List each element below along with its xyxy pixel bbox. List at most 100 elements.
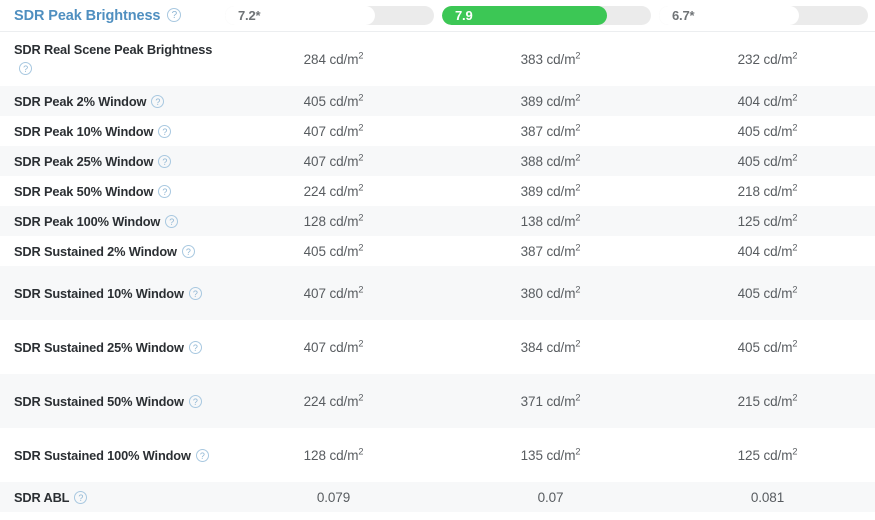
row-value: 215 cd/m2 <box>737 392 798 409</box>
row-value: 371 cd/m2 <box>520 392 581 409</box>
row-value-cell: 405 cd/m2 <box>659 146 875 176</box>
unit-exponent: 2 <box>575 92 581 102</box>
help-icon[interactable]: ? <box>74 490 88 504</box>
score-label-2: 7.9 <box>455 8 473 23</box>
row-value-cell: 0.081 <box>659 482 875 512</box>
row-value-cell: 0.079 <box>225 482 442 512</box>
unit-exponent: 2 <box>358 92 364 102</box>
row-value: 128 cd/m2 <box>303 446 364 463</box>
row-value: 407 cd/m2 <box>303 122 364 139</box>
row-label-cell: SDR Sustained 100% Window? <box>0 428 225 482</box>
page-title[interactable]: SDR Peak Brightness? <box>14 7 182 24</box>
row-value-cell: 407 cd/m2 <box>225 320 442 374</box>
row-value: 384 cd/m2 <box>520 338 581 355</box>
help-icon[interactable]: ? <box>151 94 165 108</box>
row-value-cell: 387 cd/m2 <box>442 116 659 146</box>
help-icon[interactable]: ? <box>158 124 172 138</box>
row-value-cell: 371 cd/m2 <box>442 374 659 428</box>
row-value-cell: 389 cd/m2 <box>442 86 659 116</box>
score-track-2: 7.9 <box>442 6 651 25</box>
score-fill-2[interactable]: 7.9 <box>442 6 608 25</box>
row-value: 224 cd/m2 <box>303 182 364 199</box>
help-icon[interactable]: ? <box>195 448 209 462</box>
unit-exponent: 2 <box>575 122 581 132</box>
table-row: SDR ABL? 0.079 0.07 0.081 <box>0 482 875 512</box>
row-value: 389 cd/m2 <box>520 182 581 199</box>
help-icon[interactable]: ? <box>181 244 195 258</box>
row-label: SDR Sustained 100% Window? <box>14 446 209 465</box>
unit-exponent: 2 <box>575 392 581 402</box>
row-value: 224 cd/m2 <box>303 392 364 409</box>
row-value-cell: 389 cd/m2 <box>442 176 659 206</box>
row-value-cell: 224 cd/m2 <box>225 176 442 206</box>
unit-exponent: 2 <box>792 242 798 252</box>
score-track-1: 7.2* <box>225 6 434 25</box>
row-value-cell: 405 cd/m2 <box>659 116 875 146</box>
unit-exponent: 2 <box>358 212 364 222</box>
row-value: 0.07 <box>537 489 564 505</box>
row-value: 125 cd/m2 <box>737 446 798 463</box>
row-label-cell: SDR Peak 100% Window? <box>0 206 225 236</box>
unit-exponent: 2 <box>792 122 798 132</box>
unit-exponent: 2 <box>792 212 798 222</box>
row-value-cell: 387 cd/m2 <box>442 236 659 266</box>
unit-exponent: 2 <box>358 284 364 294</box>
help-icon[interactable]: ? <box>19 62 32 76</box>
score-label-3: 6.7* <box>672 8 695 23</box>
score-fill-1[interactable]: 7.2* <box>225 6 376 25</box>
row-value-cell: 125 cd/m2 <box>659 206 875 236</box>
row-value-cell: 405 cd/m2 <box>225 86 442 116</box>
row-value: 128 cd/m2 <box>303 212 364 229</box>
row-label: SDR Peak 2% Window? <box>14 92 165 111</box>
unit-exponent: 2 <box>792 92 798 102</box>
unit-exponent: 2 <box>358 50 364 60</box>
row-value: 389 cd/m2 <box>520 92 581 109</box>
row-value-cell: 404 cd/m2 <box>659 236 875 266</box>
row-label: SDR Sustained 50% Window? <box>14 392 202 411</box>
row-value: 387 cd/m2 <box>520 122 581 139</box>
row-value: 405 cd/m2 <box>303 92 364 109</box>
table-row: SDR Sustained 2% Window? 405 cd/m2 387 cd/… <box>0 236 875 266</box>
score-cell-3: 6.7* <box>659 6 875 25</box>
row-label: SDR ABL? <box>14 488 88 507</box>
sdr-peak-brightness-panel: SDR Peak Brightness? 7.2* 7.9 6.7* SDR R… <box>0 0 875 520</box>
row-value: 284 cd/m2 <box>303 50 364 67</box>
page-title-text: SDR Peak Brightness <box>14 7 161 24</box>
row-value: 232 cd/m2 <box>737 50 798 67</box>
row-value-cell: 384 cd/m2 <box>442 320 659 374</box>
row-value: 387 cd/m2 <box>520 242 581 259</box>
table-row: SDR Peak 25% Window? 407 cd/m2 388 cd/m2 40… <box>0 146 875 176</box>
row-label: SDR Peak 50% Window? <box>14 182 172 201</box>
table-row: SDR Sustained 25% Window? 407 cd/m2 384 cd… <box>0 320 875 374</box>
table-row: SDR Sustained 10% Window? 407 cd/m2 380 cd… <box>0 266 875 320</box>
help-icon[interactable]: ? <box>158 184 172 198</box>
row-value: 125 cd/m2 <box>737 212 798 229</box>
row-label: SDR Peak 100% Window? <box>14 212 179 231</box>
help-icon[interactable]: ? <box>188 286 202 300</box>
row-value: 0.081 <box>750 489 785 505</box>
score-fill-3[interactable]: 6.7* <box>659 6 800 25</box>
help-icon[interactable]: ? <box>188 394 202 408</box>
unit-exponent: 2 <box>358 242 364 252</box>
row-value-cell: 284 cd/m2 <box>225 32 442 86</box>
row-value: 404 cd/m2 <box>737 242 798 259</box>
row-label: SDR Sustained 10% Window? <box>14 284 202 303</box>
help-icon[interactable]: ? <box>165 214 179 228</box>
help-icon[interactable]: ? <box>167 7 182 22</box>
panel-title-cell: SDR Peak Brightness? <box>0 8 225 24</box>
table-row: SDR Peak 50% Window? 224 cd/m2 389 cd/m2 21… <box>0 176 875 206</box>
row-value-cell: 407 cd/m2 <box>225 146 442 176</box>
row-label: SDR Sustained 2% Window? <box>14 242 195 261</box>
row-label-cell: SDR Sustained 25% Window? <box>0 320 225 374</box>
row-label: SDR Sustained 25% Window? <box>14 338 202 357</box>
unit-exponent: 2 <box>792 338 798 348</box>
row-value-cell: 224 cd/m2 <box>225 374 442 428</box>
help-icon[interactable]: ? <box>188 340 202 354</box>
row-value-cell: 138 cd/m2 <box>442 206 659 236</box>
row-value-cell: 405 cd/m2 <box>659 266 875 320</box>
row-value-cell: 404 cd/m2 <box>659 86 875 116</box>
unit-exponent: 2 <box>792 50 798 60</box>
unit-exponent: 2 <box>358 338 364 348</box>
help-icon[interactable]: ? <box>158 154 172 168</box>
row-label-cell: SDR Peak 50% Window? <box>0 176 225 206</box>
